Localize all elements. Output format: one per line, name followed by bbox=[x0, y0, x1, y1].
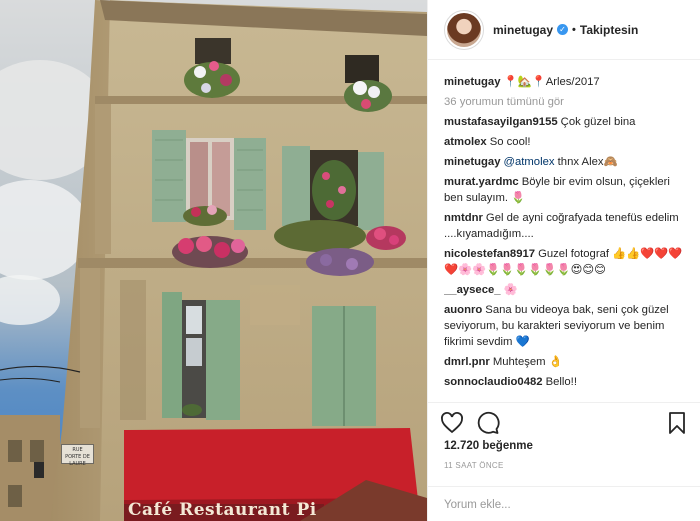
comment-item: murat.yardmc Böyle bir evim olsun, çiçekl… bbox=[444, 174, 690, 206]
post-side-panel: minetugay ✓ • Takiptesin minetugay 📍🏡📍Arl… bbox=[427, 0, 700, 521]
separator-dot: • bbox=[572, 23, 576, 36]
comment-item: minetugay @atmolex thnx Alex🙈 bbox=[444, 154, 690, 170]
comment-username[interactable]: minetugay bbox=[444, 156, 501, 168]
post-photo[interactable]: RUE PORTE DE LAURE Café Restaurant Pi bbox=[0, 0, 427, 521]
header-username[interactable]: minetugay bbox=[493, 23, 553, 37]
bookmark-icon[interactable] bbox=[665, 411, 689, 435]
comment-text: 🌸 bbox=[503, 284, 518, 296]
comment-username[interactable]: nmtdnr bbox=[444, 212, 483, 224]
comment-bubble-icon[interactable] bbox=[476, 411, 500, 435]
comment-item: sonnoclaudio0482 Bello!! bbox=[444, 374, 690, 390]
avatar[interactable] bbox=[444, 9, 484, 50]
comment-text: thnx Alex🙈 bbox=[557, 156, 618, 168]
comment-username[interactable]: nicolestefan8917 bbox=[444, 248, 535, 260]
comment-item: __aysece_ 🌸 bbox=[444, 282, 690, 298]
caption: minetugay 📍🏡📍Arles/2017 bbox=[444, 74, 690, 90]
comment-username[interactable]: mustafasayilgan9155 bbox=[444, 116, 558, 128]
instagram-post-modal: RUE PORTE DE LAURE Café Restaurant Pi mine… bbox=[0, 0, 700, 521]
comment-username[interactable]: atmolex bbox=[444, 136, 487, 148]
view-all-comments-link[interactable]: 36 yorumun tümünü gör bbox=[444, 94, 690, 110]
likes-count[interactable]: 12.720 beğenme bbox=[444, 440, 533, 452]
restaurant-sign: Café Restaurant Pi bbox=[128, 500, 317, 520]
comment-mention-link[interactable]: @atmolex bbox=[504, 156, 555, 168]
comment-username[interactable]: murat.yardmc bbox=[444, 176, 519, 188]
action-bar bbox=[428, 402, 700, 442]
add-comment-bar bbox=[428, 486, 700, 521]
comment-text: So cool! bbox=[489, 136, 531, 148]
post-header: minetugay ✓ • Takiptesin bbox=[428, 0, 700, 60]
comment-item: nmtdnr Gel de ayni coğrafyada tenefüs ede… bbox=[444, 210, 690, 242]
street-sign-line: PORTE DE bbox=[65, 454, 90, 460]
comment-username[interactable]: dmrl.pnr bbox=[444, 356, 490, 368]
caption-text: 📍🏡📍Arles/2017 bbox=[503, 76, 600, 88]
caption-username[interactable]: minetugay bbox=[444, 76, 501, 88]
street-sign-line: RUE bbox=[72, 447, 83, 453]
comments-list: minetugay 📍🏡📍Arles/2017 36 yorumun tümünü… bbox=[444, 74, 690, 400]
comment-text: Çok güzel bina bbox=[560, 116, 636, 128]
comment-item: dmrl.pnr Muhteşem 👌 bbox=[444, 354, 690, 370]
comment-text: Muhteşem 👌 bbox=[492, 356, 563, 368]
verified-badge-icon: ✓ bbox=[557, 24, 569, 35]
comment-item: nicolestefan8917 Guzel fotograf 👍👍❤️❤️❤️❤… bbox=[444, 246, 690, 278]
comment-item: atmolex So cool! bbox=[444, 134, 690, 150]
comment-item: mustafasayilgan9155 Çok güzel bina bbox=[444, 114, 690, 130]
building-facade-photo bbox=[0, 0, 427, 521]
follow-status-button[interactable]: Takiptesin bbox=[580, 23, 638, 37]
comment-username[interactable]: __aysece_ bbox=[444, 284, 501, 296]
street-sign-line: LAURE bbox=[69, 461, 86, 467]
comment-username[interactable]: sonnoclaudio0482 bbox=[444, 376, 543, 388]
comment-text: Bello!! bbox=[545, 376, 577, 388]
comment-username[interactable]: auonro bbox=[444, 304, 482, 316]
post-timestamp: 11 SAAT ÖNCE bbox=[444, 461, 504, 470]
comment-item: auonro Sana bu videoya bak, seni çok güze… bbox=[444, 302, 690, 350]
avatar-image bbox=[447, 12, 481, 47]
street-sign: RUE PORTE DE LAURE bbox=[61, 444, 94, 467]
add-comment-input[interactable] bbox=[444, 499, 674, 511]
heart-icon[interactable] bbox=[440, 411, 464, 435]
